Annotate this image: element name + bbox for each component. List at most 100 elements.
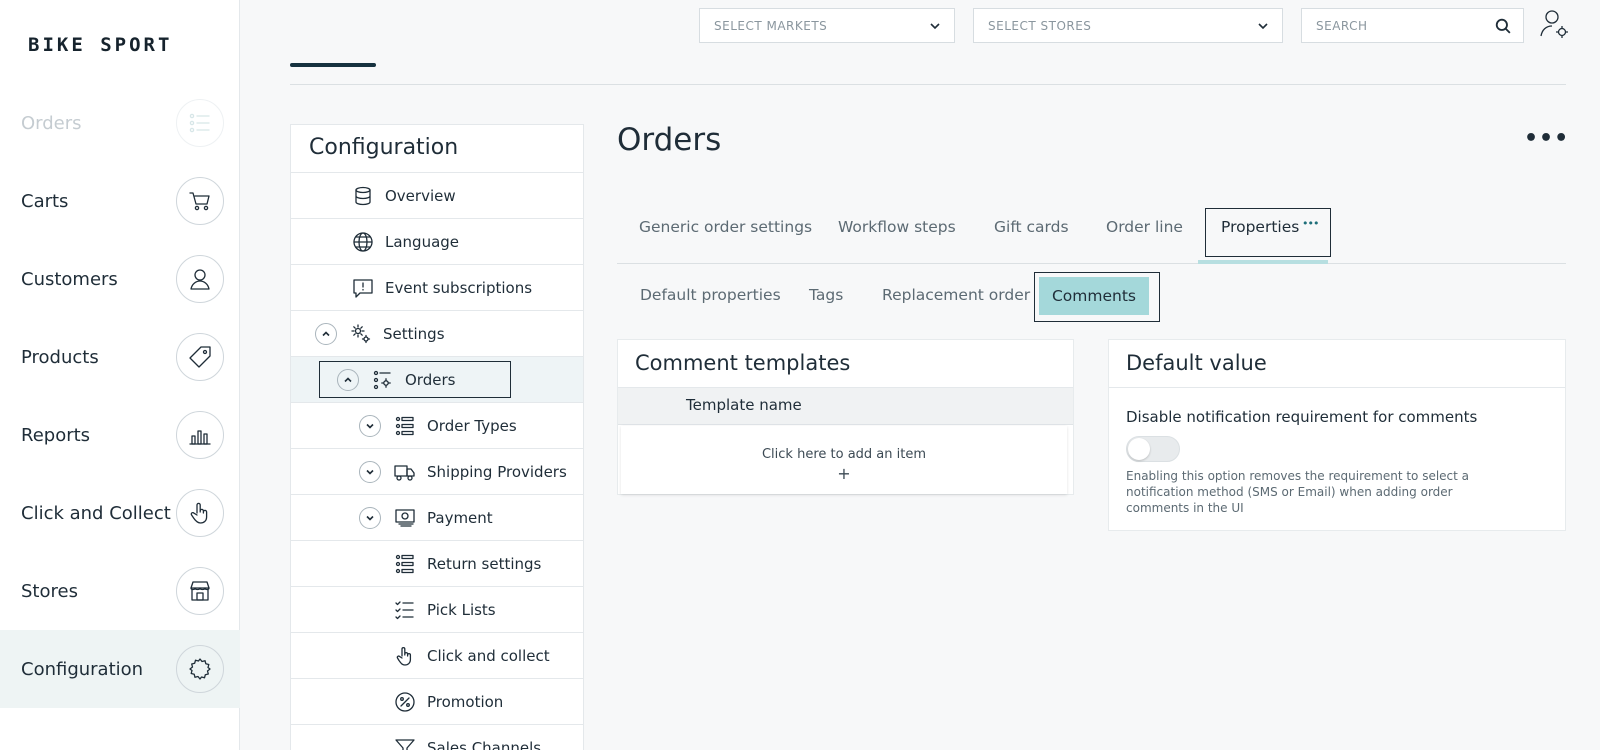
- list-icon: [393, 552, 417, 576]
- orders-list-icon: [176, 99, 224, 147]
- user-settings-icon[interactable]: [1538, 8, 1570, 40]
- tab-order-line[interactable]: Order line: [1106, 218, 1183, 236]
- nav-item-configuration[interactable]: Configuration: [0, 630, 240, 708]
- settings-tabs: Generic order settings Workflow steps Gi…: [617, 208, 1566, 264]
- globe-icon: [351, 230, 375, 254]
- config-item-settings[interactable]: Settings: [291, 311, 583, 357]
- tab-gift-cards[interactable]: Gift cards: [994, 218, 1069, 236]
- header-tab-indicator: [290, 63, 376, 67]
- bar-chart-icon: [176, 411, 224, 459]
- config-item-overview[interactable]: Overview: [291, 173, 583, 219]
- config-item-shipping-providers[interactable]: Shipping Providers: [291, 449, 583, 495]
- brand-logo[interactable]: BIKE SPORT: [28, 34, 172, 56]
- config-item-payment[interactable]: Payment: [291, 495, 583, 541]
- config-item-label: Pick Lists: [427, 600, 496, 619]
- default-value-title: Default value: [1109, 340, 1565, 388]
- config-item-label: Return settings: [427, 554, 542, 573]
- page-title: Orders: [617, 122, 722, 158]
- nav-item-reports[interactable]: Reports: [0, 396, 240, 474]
- truck-icon: [393, 460, 417, 484]
- payment-icon: [393, 506, 417, 530]
- hand-pointer-icon: [393, 644, 417, 668]
- chevron-up-icon[interactable]: [315, 322, 337, 345]
- tag-icon: [176, 333, 224, 381]
- config-item-label: Promotion: [427, 692, 504, 711]
- more-options-icon[interactable]: •••: [1524, 126, 1569, 151]
- nav-item-label: Products: [21, 346, 99, 368]
- config-item-label: Overview: [385, 186, 456, 205]
- search-placeholder: SEARCH: [1316, 18, 1368, 33]
- add-item-text: Click here to add an item: [761, 447, 927, 462]
- disable-notification-label: Disable notification requirement for com…: [1126, 408, 1478, 426]
- config-item-label: Click and collect: [427, 646, 550, 665]
- nav-item-stores[interactable]: Stores: [0, 552, 240, 630]
- more-dots-icon[interactable]: •••: [1302, 217, 1319, 230]
- config-item-label: Shipping Providers: [427, 462, 567, 481]
- config-item-orders[interactable]: Orders: [291, 357, 583, 403]
- config-item-sales-channels[interactable]: Sales Channels: [291, 725, 583, 750]
- plus-icon: +: [837, 464, 851, 483]
- chevron-down-icon: [1258, 22, 1268, 29]
- list-icon: [393, 414, 417, 438]
- configuration-panel-title: Configuration: [291, 125, 583, 173]
- select-stores-dropdown[interactable]: SELECT STORES: [973, 8, 1283, 43]
- subtab-comments[interactable]: Comments: [1034, 272, 1160, 322]
- config-item-promotion[interactable]: Promotion: [291, 679, 583, 725]
- toggle-knob: [1128, 438, 1150, 460]
- message-icon: [351, 276, 375, 300]
- settings-gears-icon: [349, 322, 373, 346]
- percent-icon: [393, 690, 417, 714]
- nav-item-carts[interactable]: Carts: [0, 162, 240, 240]
- gear-icon: [176, 645, 224, 693]
- disable-notification-toggle[interactable]: [1126, 436, 1180, 462]
- config-item-label: Settings: [383, 324, 445, 343]
- config-item-pick-lists[interactable]: Pick Lists: [291, 587, 583, 633]
- checklist-icon: [393, 598, 417, 622]
- subtab-replacement-order[interactable]: Replacement order: [882, 286, 1030, 304]
- select-stores-placeholder: SELECT STORES: [988, 18, 1092, 33]
- config-item-return-settings[interactable]: Return settings: [291, 541, 583, 587]
- config-item-click-and-collect[interactable]: Click and collect: [291, 633, 583, 679]
- template-name-column-header[interactable]: Template name: [618, 388, 1073, 425]
- nav-item-label: Click and Collect: [21, 502, 171, 524]
- tab-properties[interactable]: Properties •••: [1205, 208, 1331, 257]
- hand-pointer-icon: [176, 489, 224, 537]
- search-icon[interactable]: [1495, 18, 1511, 34]
- header-divider: [290, 84, 1566, 85]
- tab-generic-order-settings[interactable]: Generic order settings: [639, 218, 812, 236]
- comment-templates-card: Comment templates Template name Click he…: [617, 339, 1074, 495]
- sidebar: BIKE SPORT Orders Carts Customers Produc…: [0, 0, 240, 750]
- config-item-order-types[interactable]: Order Types: [291, 403, 583, 449]
- config-item-label: Sales Channels: [427, 738, 542, 750]
- subtab-tags[interactable]: Tags: [809, 286, 843, 304]
- customer-icon: [176, 255, 224, 303]
- config-item-language[interactable]: Language: [291, 219, 583, 265]
- tab-workflow-steps[interactable]: Workflow steps: [838, 218, 956, 236]
- active-tab-indicator: [1198, 260, 1328, 264]
- chevron-down-icon: [930, 22, 940, 29]
- config-item-event-subscriptions[interactable]: Event subscriptions: [291, 265, 583, 311]
- nav-item-label: Reports: [21, 424, 91, 446]
- nav-item-orders[interactable]: Orders: [0, 84, 240, 162]
- add-item-button[interactable]: Click here to add an item +: [621, 426, 1067, 494]
- config-item-label: Payment: [427, 508, 493, 527]
- subtab-comments-label: Comments: [1039, 277, 1149, 315]
- select-markets-dropdown[interactable]: SELECT MARKETS: [699, 8, 955, 43]
- default-value-card: Default value Disable notification requi…: [1108, 339, 1566, 531]
- config-item-label: Event subscriptions: [385, 278, 533, 297]
- config-item-label: Order Types: [427, 416, 517, 435]
- configuration-panel: Configuration Overview Language Event su…: [290, 124, 584, 750]
- tab-properties-label: Properties: [1221, 218, 1300, 236]
- subtab-default-properties[interactable]: Default properties: [640, 286, 781, 304]
- nav-item-products[interactable]: Products: [0, 318, 240, 396]
- nav-item-customers[interactable]: Customers: [0, 240, 240, 318]
- nav-item-label: Customers: [21, 268, 118, 290]
- nav-item-label: Carts: [21, 190, 69, 212]
- chevron-down-icon[interactable]: [359, 460, 381, 483]
- search-input[interactable]: SEARCH: [1301, 8, 1524, 43]
- chevron-down-icon[interactable]: [359, 414, 381, 437]
- chevron-down-icon[interactable]: [359, 506, 381, 529]
- properties-subtabs: Default properties Tags Replacement orde…: [617, 272, 1177, 322]
- database-icon: [351, 184, 375, 208]
- nav-item-click-and-collect[interactable]: Click and Collect: [0, 474, 240, 552]
